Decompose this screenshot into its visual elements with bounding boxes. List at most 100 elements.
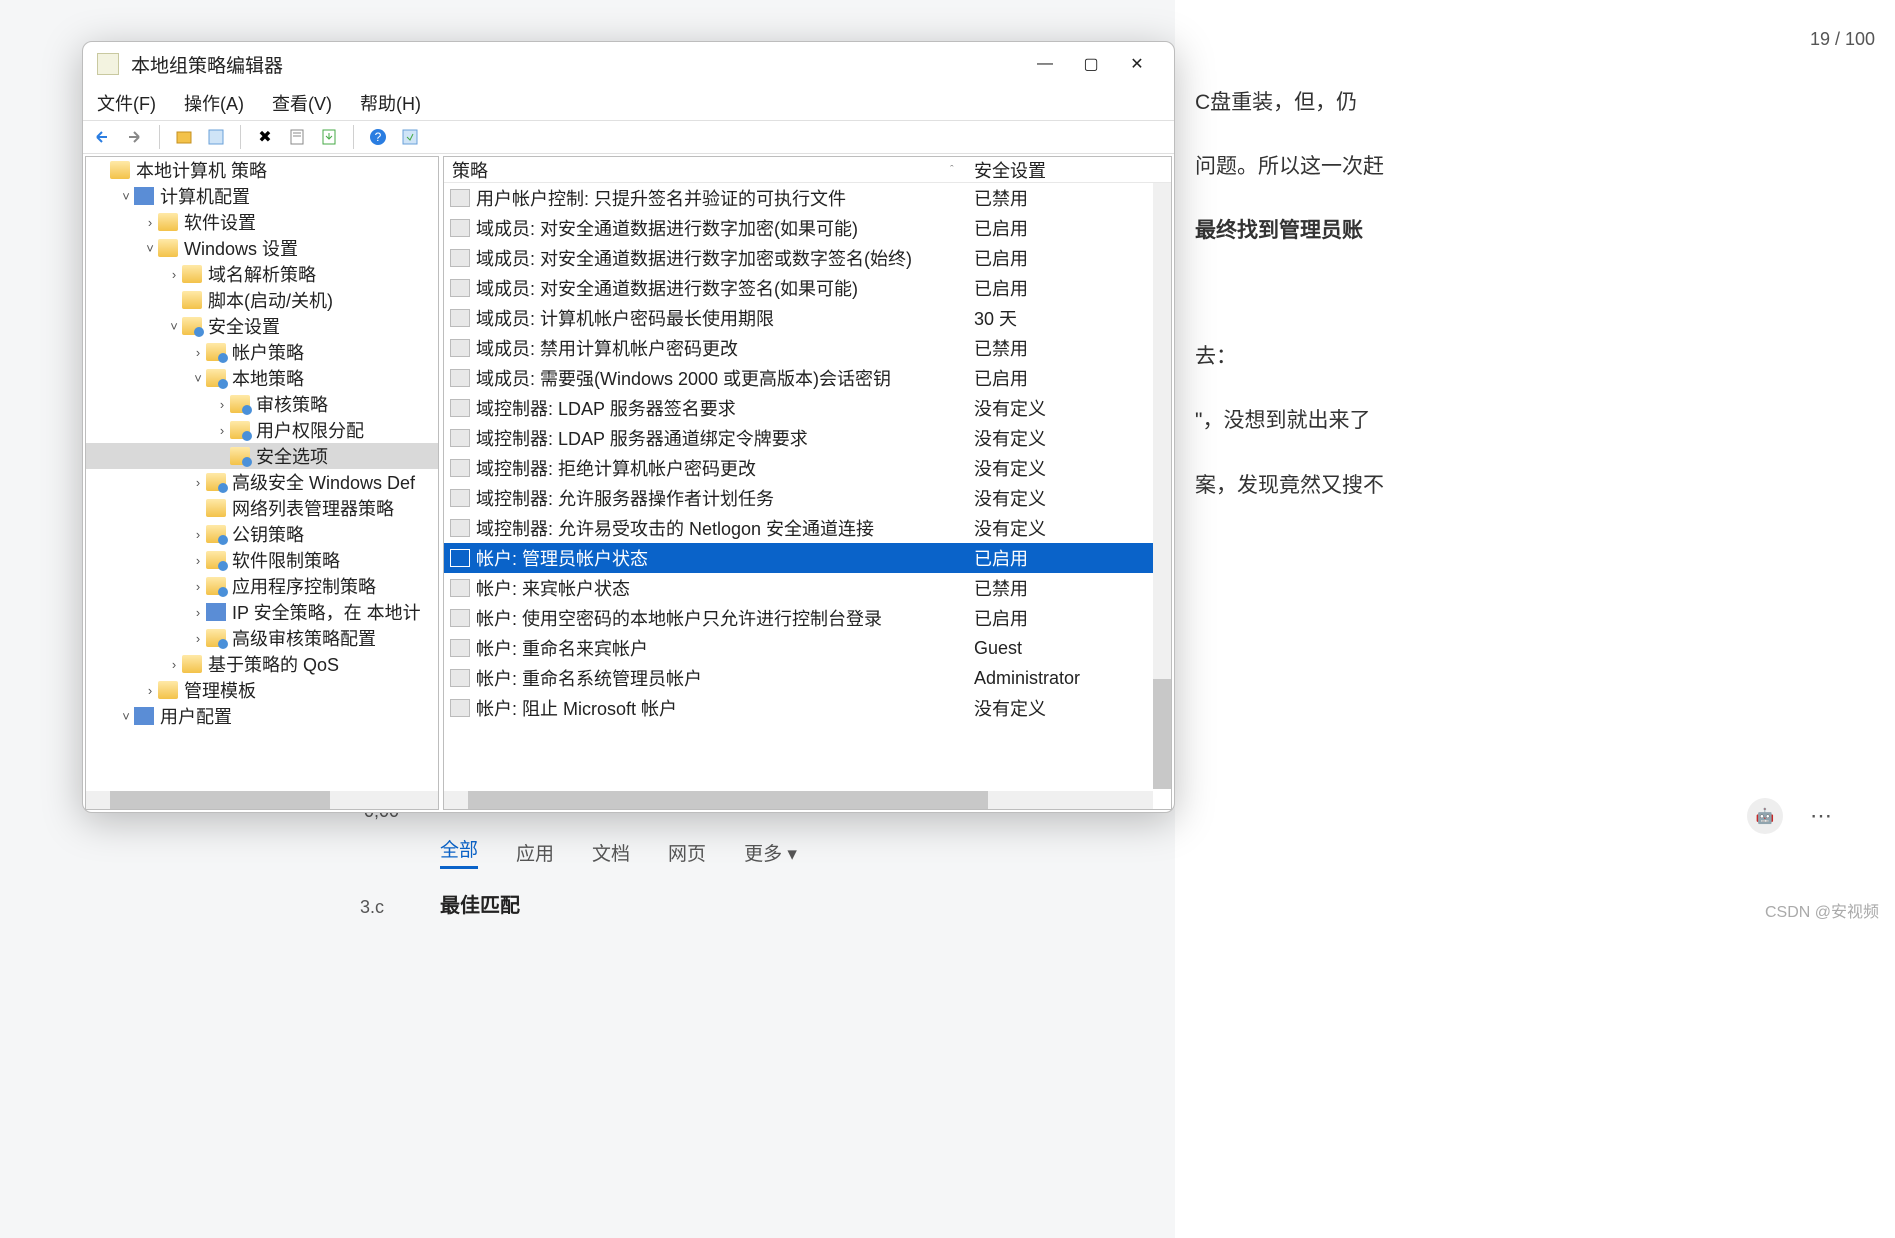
tree-item[interactable]: › 用户权限分配 bbox=[86, 417, 438, 443]
tree-item[interactable]: ›应用程序控制策略 bbox=[86, 573, 438, 599]
list-vscrollbar[interactable] bbox=[1153, 183, 1171, 789]
folder-sec-icon bbox=[206, 369, 226, 387]
col-setting[interactable]: 安全设置 bbox=[970, 157, 1171, 183]
tab-more[interactable]: 更多 ▾ bbox=[744, 839, 797, 866]
back-button[interactable] bbox=[91, 125, 115, 149]
expand-icon[interactable]: › bbox=[142, 683, 158, 698]
expand-icon[interactable]: › bbox=[190, 579, 206, 594]
more-button[interactable]: ⋯ bbox=[1803, 798, 1839, 834]
col-policy[interactable]: 策略 bbox=[444, 157, 950, 183]
delete-button[interactable]: ✖ bbox=[253, 125, 277, 149]
tree-item[interactable]: 网络列表管理器策略 bbox=[86, 495, 438, 521]
expand-icon[interactable]: › bbox=[190, 553, 206, 568]
policy-row[interactable]: 域控制器: LDAP 服务器签名要求没有定义 bbox=[444, 393, 1171, 423]
tab-docs[interactable]: 文档 bbox=[592, 839, 630, 866]
policy-row[interactable]: 域成员: 计算机帐户密码最长使用期限30 天 bbox=[444, 303, 1171, 333]
tree-label: 本地策略 bbox=[232, 365, 304, 391]
tree-item[interactable]: ›基于策略的 QoS bbox=[86, 651, 438, 677]
tree-item[interactable]: 安全选项 bbox=[86, 443, 438, 469]
list-pane[interactable]: 策略 ˆ 安全设置 用户帐户控制: 只提升签名并验证的可执行文件已禁用域成员: … bbox=[443, 156, 1172, 810]
expand-icon[interactable]: › bbox=[190, 527, 206, 542]
minimize-button[interactable]: — bbox=[1022, 47, 1068, 81]
expand-icon[interactable]: ˅ bbox=[166, 319, 182, 334]
folder-sec-icon bbox=[206, 343, 226, 361]
forward-button[interactable] bbox=[123, 125, 147, 149]
expand-icon[interactable]: › bbox=[166, 657, 182, 672]
properties-button[interactable] bbox=[285, 125, 309, 149]
policy-row[interactable]: 域成员: 对安全通道数据进行数字加密(如果可能)已启用 bbox=[444, 213, 1171, 243]
policy-row[interactable]: 域控制器: 允许服务器操作者计划任务没有定义 bbox=[444, 483, 1171, 513]
user-icon bbox=[134, 707, 154, 725]
policy-row[interactable]: 域成员: 禁用计算机帐户密码更改已禁用 bbox=[444, 333, 1171, 363]
menu-view[interactable]: 查看(V) bbox=[272, 90, 332, 116]
expand-icon[interactable]: › bbox=[190, 345, 206, 360]
tree-item[interactable]: ›软件设置 bbox=[86, 209, 438, 235]
expand-icon[interactable]: › bbox=[190, 605, 206, 620]
tree-hscrollbar[interactable] bbox=[86, 791, 438, 809]
tree-pane[interactable]: 本地计算机 策略˅计算机配置›软件设置˅Windows 设置›域名解析策略脚本(… bbox=[85, 156, 439, 810]
expand-icon[interactable]: ˅ bbox=[142, 241, 158, 256]
tree-item[interactable]: ›帐户策略 bbox=[86, 339, 438, 365]
tab-apps[interactable]: 应用 bbox=[516, 839, 554, 866]
tree-item[interactable]: 本地计算机 策略 bbox=[86, 157, 438, 183]
tree-label: 公钥策略 bbox=[232, 521, 304, 547]
list-hscrollbar[interactable] bbox=[444, 791, 1153, 809]
tree-item[interactable]: ›软件限制策略 bbox=[86, 547, 438, 573]
tree-item[interactable]: ›高级审核策略配置 bbox=[86, 625, 438, 651]
titlebar[interactable]: 本地组策略编辑器 — ▢ ✕ bbox=[83, 42, 1174, 86]
expand-icon[interactable]: ˅ bbox=[190, 371, 206, 386]
policy-row[interactable]: 帐户: 重命名系统管理员帐户Administrator bbox=[444, 663, 1171, 693]
expand-icon[interactable]: ˅ bbox=[118, 189, 134, 204]
policy-row[interactable]: 帐户: 阻止 Microsoft 帐户没有定义 bbox=[444, 693, 1171, 723]
menu-file[interactable]: 文件(F) bbox=[97, 90, 156, 116]
refresh-button[interactable] bbox=[398, 125, 422, 149]
policy-row[interactable]: 用户帐户控制: 只提升签名并验证的可执行文件已禁用 bbox=[444, 183, 1171, 213]
up-button[interactable] bbox=[172, 125, 196, 149]
tab-all[interactable]: 全部 bbox=[440, 835, 478, 869]
policy-row[interactable]: 帐户: 使用空密码的本地帐户只允许进行控制台登录已启用 bbox=[444, 603, 1171, 633]
search-tabs: 全部 应用 文档 网页 更多 ▾ bbox=[310, 824, 1365, 880]
assistant-button[interactable]: 🤖 bbox=[1747, 798, 1783, 834]
policy-row[interactable]: 帐户: 管理员帐户状态已启用 bbox=[444, 543, 1171, 573]
expand-icon[interactable]: › bbox=[190, 631, 206, 646]
tree-item[interactable]: ˅安全设置 bbox=[86, 313, 438, 339]
policy-row[interactable]: 域控制器: LDAP 服务器通道绑定令牌要求没有定义 bbox=[444, 423, 1171, 453]
policy-row[interactable]: 帐户: 重命名来宾帐户Guest bbox=[444, 633, 1171, 663]
policy-setting: 没有定义 bbox=[970, 455, 1171, 481]
expand-icon[interactable]: › bbox=[166, 267, 182, 282]
policy-row[interactable]: 域控制器: 允许易受攻击的 Netlogon 安全通道连接没有定义 bbox=[444, 513, 1171, 543]
tree-item[interactable]: 脚本(启动/关机) bbox=[86, 287, 438, 313]
folder-icon bbox=[158, 239, 178, 257]
list-header[interactable]: 策略 ˆ 安全设置 bbox=[444, 157, 1171, 183]
expand-icon[interactable]: › bbox=[214, 397, 230, 412]
help-button[interactable]: ? bbox=[366, 125, 390, 149]
tree-item[interactable]: › 公钥策略 bbox=[86, 521, 438, 547]
tree-item[interactable]: ›审核策略 bbox=[86, 391, 438, 417]
tree-item[interactable]: ˅Windows 设置 bbox=[86, 235, 438, 261]
policy-row[interactable]: 域成员: 对安全通道数据进行数字签名(如果可能)已启用 bbox=[444, 273, 1171, 303]
expand-icon[interactable]: › bbox=[142, 215, 158, 230]
export-button[interactable] bbox=[317, 125, 341, 149]
tab-web[interactable]: 网页 bbox=[668, 839, 706, 866]
menu-help[interactable]: 帮助(H) bbox=[360, 90, 421, 116]
expand-icon[interactable]: › bbox=[190, 475, 206, 490]
tree-item[interactable]: ˅用户配置 bbox=[86, 703, 438, 729]
policy-row[interactable]: 帐户: 来宾帐户状态已禁用 bbox=[444, 573, 1171, 603]
policy-setting: 没有定义 bbox=[970, 485, 1171, 511]
policy-row[interactable]: 域成员: 对安全通道数据进行数字加密或数字签名(始终)已启用 bbox=[444, 243, 1171, 273]
tree-item[interactable]: ›高级安全 Windows Def bbox=[86, 469, 438, 495]
policy-row[interactable]: 域控制器: 拒绝计算机帐户密码更改没有定义 bbox=[444, 453, 1171, 483]
expand-icon[interactable]: › bbox=[214, 423, 230, 438]
maximize-button[interactable]: ▢ bbox=[1068, 47, 1114, 81]
tree-item[interactable]: ›管理模板 bbox=[86, 677, 438, 703]
tree-label: 用户权限分配 bbox=[256, 417, 364, 443]
tree-item[interactable]: ›域名解析策略 bbox=[86, 261, 438, 287]
menu-action[interactable]: 操作(A) bbox=[184, 90, 244, 116]
tree-item[interactable]: ˅ 本地策略 bbox=[86, 365, 438, 391]
close-button[interactable]: ✕ bbox=[1114, 47, 1160, 81]
expand-icon[interactable]: ˅ bbox=[118, 709, 134, 724]
policy-row[interactable]: 域成员: 需要强(Windows 2000 或更高版本)会话密钥已启用 bbox=[444, 363, 1171, 393]
list-button[interactable] bbox=[204, 125, 228, 149]
tree-item[interactable]: ›IP 安全策略，在 本地计 bbox=[86, 599, 438, 625]
tree-item[interactable]: ˅计算机配置 bbox=[86, 183, 438, 209]
